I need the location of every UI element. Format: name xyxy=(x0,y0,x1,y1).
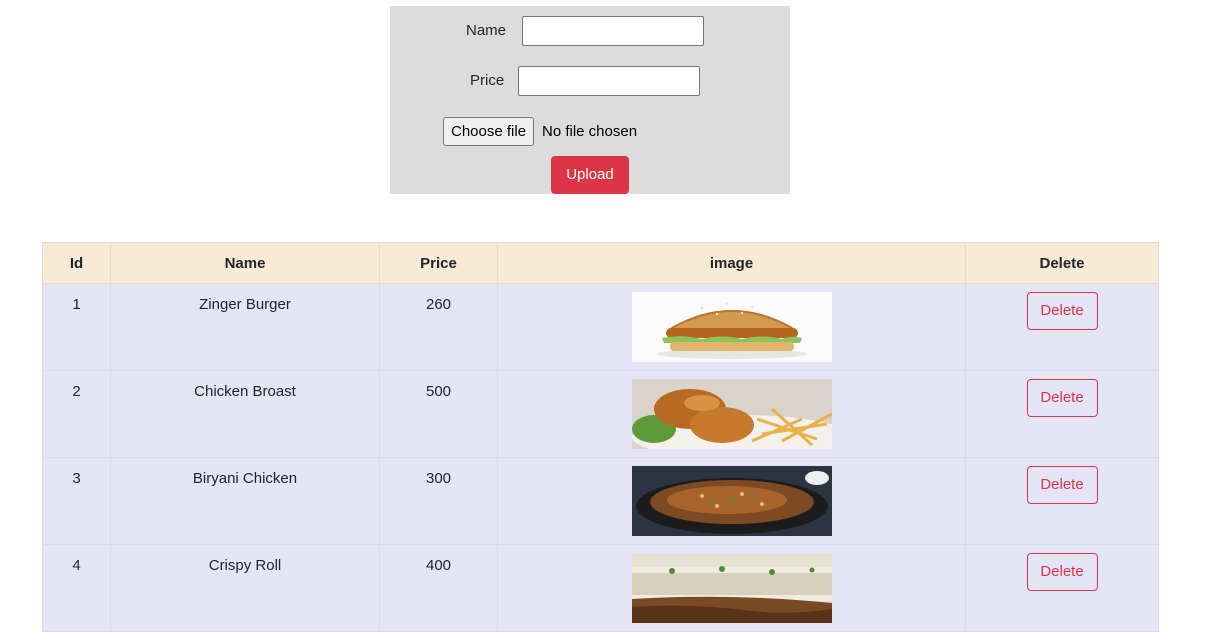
row-name: Chicken Broast xyxy=(110,370,380,458)
price-label: Price xyxy=(470,72,505,89)
header-delete: Delete xyxy=(965,242,1159,284)
row-id: 3 xyxy=(42,457,111,545)
table-header-row: Id Name Price image Delete xyxy=(42,242,1159,284)
price-input[interactable] xyxy=(518,66,700,96)
row-id: 4 xyxy=(42,544,111,632)
delete-button[interactable]: Delete xyxy=(1026,466,1098,504)
biryani-image xyxy=(631,466,832,536)
header-id: Id xyxy=(42,242,111,284)
table-row: 3 Biryani Chicken 300 Delete xyxy=(42,457,1159,545)
delete-button[interactable]: Delete xyxy=(1026,379,1098,417)
burger-image xyxy=(631,292,832,362)
row-name: Crispy Roll xyxy=(110,544,380,632)
table-row: 1 Zinger Burger 260 Delete xyxy=(42,283,1159,371)
row-name: Zinger Burger xyxy=(110,283,380,371)
table-row: 2 Chicken Broast 500 Delete xyxy=(42,370,1159,458)
delete-button[interactable]: Delete xyxy=(1026,292,1098,330)
row-name: Biryani Chicken xyxy=(110,457,380,545)
choose-file-button[interactable]: Choose file xyxy=(443,117,535,146)
name-label: Name xyxy=(466,22,507,39)
upload-button[interactable]: Upload xyxy=(551,156,629,194)
row-price: 500 xyxy=(379,370,498,458)
roll-image xyxy=(631,553,832,623)
row-price: 300 xyxy=(379,457,498,545)
upload-form: Name Price Choose file No file chosen Up… xyxy=(390,6,790,194)
table-row: 4 Crispy Roll 400 Delete xyxy=(42,544,1159,632)
products-table: Id Name Price image Delete 1 Zinger Burg… xyxy=(42,242,1159,632)
delete-button[interactable]: Delete xyxy=(1026,553,1098,591)
price-row: Price xyxy=(390,66,790,96)
row-price: 260 xyxy=(379,283,498,371)
row-id: 2 xyxy=(42,370,111,458)
row-price: 400 xyxy=(379,544,498,632)
name-row: Name xyxy=(390,16,790,46)
header-price: Price xyxy=(379,242,498,284)
name-input[interactable] xyxy=(522,16,704,46)
file-status-text: No file chosen xyxy=(542,123,638,140)
header-name: Name xyxy=(110,242,380,284)
row-id: 1 xyxy=(42,283,111,371)
fried-chicken-image xyxy=(631,379,832,449)
header-image: image xyxy=(497,242,966,284)
